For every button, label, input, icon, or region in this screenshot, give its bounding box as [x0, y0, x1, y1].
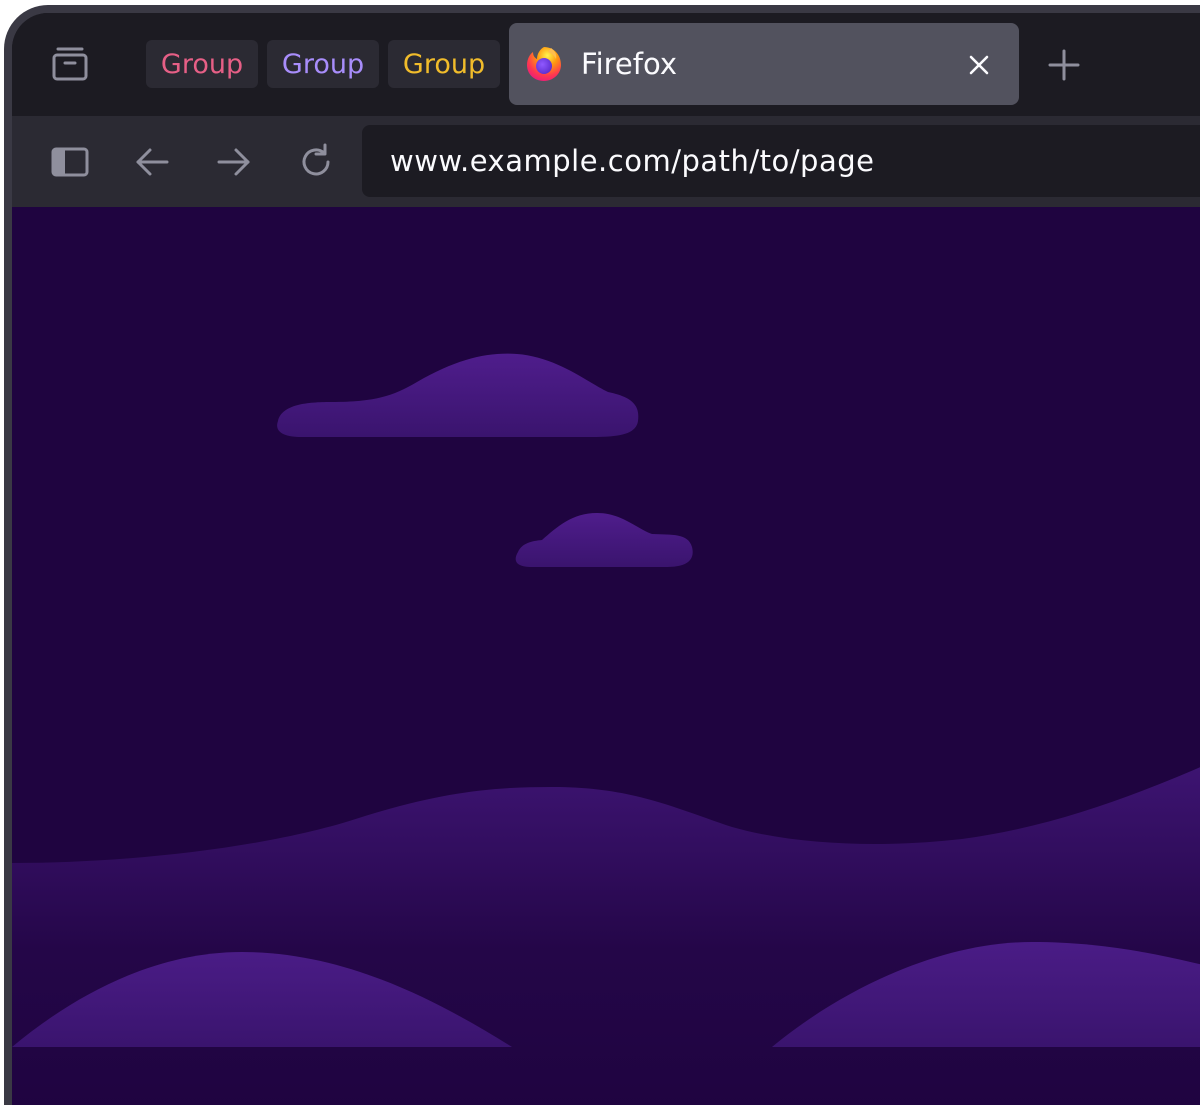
firefox-logo-icon: [523, 43, 565, 85]
back-arrow-icon[interactable]: [132, 142, 172, 182]
small-cloud: [515, 513, 693, 567]
landscape-illustration: [12, 353, 1200, 1105]
back-hills: [12, 767, 1200, 1105]
close-icon[interactable]: [961, 47, 997, 83]
page-content: [12, 207, 1200, 1105]
tab-group-3[interactable]: Group: [388, 40, 500, 88]
browser-window: Group Group Group Firefox www.example.co…: [4, 5, 1200, 1105]
reload-icon[interactable]: [296, 142, 336, 182]
tab-title: Firefox: [581, 47, 677, 81]
tab-manager-icon[interactable]: [50, 44, 90, 84]
url-bar[interactable]: www.example.com/path/to/page: [362, 125, 1200, 197]
navigation-toolbar: www.example.com/path/to/page: [12, 116, 1200, 207]
sidebar-icon[interactable]: [50, 142, 90, 182]
plus-icon[interactable]: [1044, 45, 1084, 85]
tab-group-2[interactable]: Group: [267, 40, 379, 88]
large-cloud: [277, 353, 639, 437]
forward-arrow-icon[interactable]: [214, 142, 254, 182]
tab-group-1[interactable]: Group: [146, 40, 258, 88]
url-text[interactable]: www.example.com/path/to/page: [390, 144, 874, 178]
tab-firefox[interactable]: Firefox: [509, 23, 1019, 105]
tab-strip: Group Group Group Firefox: [12, 13, 1200, 116]
